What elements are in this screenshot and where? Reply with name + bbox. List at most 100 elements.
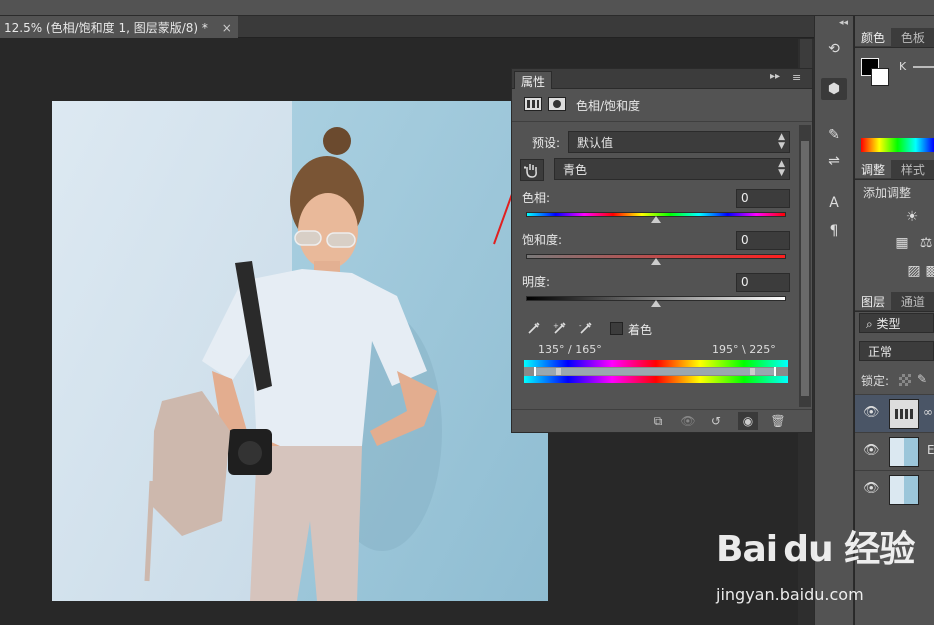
baidu-jingyan-logo: Bai du 经验 (716, 529, 915, 570)
preset-value: 默认值 (577, 136, 614, 150)
panel-menu-icon[interactable]: ≡ (792, 71, 801, 84)
document-tab-title: 12.5% (色相/饱和度 1, 图层蒙版/8) * (4, 21, 208, 35)
layer-row-photo[interactable]: 👁 (855, 470, 934, 508)
adjustment-layer-icon[interactable] (524, 97, 542, 111)
colorize-label: 着色 (628, 323, 653, 337)
visibility-toggle-icon[interactable]: ◉ (738, 412, 758, 430)
range-handle-outer-left[interactable] (534, 367, 536, 376)
targeted-adjustment-hand-icon[interactable] (520, 159, 544, 181)
subtract-from-sample-eyedropper-icon[interactable]: - (576, 319, 596, 337)
tab-adjustments[interactable]: 调整 (855, 160, 892, 178)
k-channel-label: K (899, 60, 907, 73)
brightness-icon[interactable]: ☀ (899, 206, 925, 228)
document-tab-bar: 12.5% (色相/饱和度 1, 图层蒙版/8) * × (0, 16, 814, 38)
saturation-slider-knob[interactable] (651, 258, 661, 265)
mask-icon[interactable] (548, 97, 566, 111)
svg-text:+: + (553, 322, 559, 330)
watermark-url: jingyan.baidu.com (716, 585, 864, 604)
dropdown-arrows-icon: ▲ ▼ (778, 132, 785, 151)
blend-mode-dropdown[interactable]: 正常 (859, 341, 934, 361)
range-slider-track[interactable] (524, 367, 788, 376)
top-strip (0, 0, 934, 16)
properties-header: 属性 ▸▸ ≡ (512, 69, 812, 89)
adjustment-layer-thumb (889, 399, 919, 429)
brush-presets-icon[interactable]: ✎ (821, 124, 847, 146)
saturation-input[interactable]: 0 (736, 231, 790, 250)
layer-row-hue-saturation[interactable]: 👁 ∞ (855, 394, 934, 432)
color-ramp[interactable] (861, 138, 934, 152)
eye-icon[interactable]: 👁 (863, 481, 880, 496)
link-icon[interactable]: ∞ (923, 405, 933, 419)
view-previous-state-icon[interactable]: 👁 (678, 412, 698, 430)
hue-saturation-icon[interactable]: ▦ (889, 232, 915, 254)
tab-color[interactable]: 颜色 (855, 28, 892, 46)
character-icon[interactable]: A (821, 192, 847, 214)
layer-filter-dropdown[interactable]: ⌕ 类型 (859, 313, 934, 333)
divider (512, 121, 812, 122)
eyedropper-icon[interactable] (524, 319, 544, 337)
properties-footer: ⧉ 👁 ↺ ◉ 🗑 (512, 409, 812, 431)
history-icon[interactable]: ⟲ (821, 38, 847, 60)
close-icon[interactable]: × (222, 21, 232, 35)
add-adjustment-label: 添加调整 (863, 186, 912, 200)
lightness-input[interactable]: 0 (736, 273, 790, 292)
eye-icon[interactable]: 👁 (863, 405, 880, 420)
paragraph-icon[interactable]: ¶ (821, 220, 847, 242)
hue-label: 色相: (522, 191, 551, 205)
range-handle-inner-left[interactable] (556, 368, 561, 375)
layer-name-fragment: E (927, 443, 934, 457)
delete-icon[interactable]: 🗑 (768, 412, 788, 430)
blend-mode-value: 正常 (868, 345, 893, 359)
eye-icon[interactable]: 👁 (863, 443, 880, 458)
layer-row-photo-copy[interactable]: 👁 E (855, 432, 934, 470)
filter-kind-value: 类型 (876, 317, 901, 331)
tab-styles[interactable]: 样式 (895, 160, 931, 178)
photo-image (52, 101, 548, 601)
tab-layers[interactable]: 图层 (855, 292, 892, 310)
collapse-dock-icon[interactable]: ◂◂ (839, 18, 848, 28)
channel-mixer-icon[interactable]: ▩ (919, 260, 934, 282)
layer-thumbnail (889, 437, 919, 467)
channel-value: 青色 (563, 163, 588, 177)
search-icon: ⌕ (866, 317, 877, 331)
dropdown-arrows-icon: ▲ ▼ (778, 159, 785, 178)
channel-dropdown[interactable]: 青色 ▲ ▼ (554, 158, 790, 180)
adjustment-title: 色相/饱和度 (576, 99, 641, 113)
clip-to-layer-icon[interactable]: ⧉ (648, 412, 668, 430)
lock-transparent-icon[interactable] (899, 374, 911, 386)
layers-panel-header: 图层 通道 (855, 292, 934, 312)
hue-slider-knob[interactable] (651, 216, 661, 223)
tab-channels[interactable]: 通道 (895, 292, 931, 310)
adjustments-panel-header: 调整 样式 (855, 160, 934, 180)
lightness-slider-knob[interactable] (651, 300, 661, 307)
hue-input[interactable]: 0 (736, 189, 790, 208)
tab-properties[interactable]: 属性 (514, 71, 553, 89)
document-tab[interactable]: 12.5% (色相/饱和度 1, 图层蒙版/8) * × (0, 16, 238, 38)
colorize-checkbox[interactable] (610, 322, 623, 335)
add-to-sample-eyedropper-icon[interactable]: + (550, 319, 570, 337)
balance-icon[interactable]: ⚖ (913, 232, 934, 254)
preset-dropdown[interactable]: 默认值 ▲ ▼ (568, 131, 790, 153)
adjustments-sliders-icon[interactable]: ⇌ (821, 150, 847, 172)
color-panel-header: 颜色 色板 (855, 28, 934, 48)
lock-pixels-icon[interactable]: ✎ (917, 372, 927, 386)
range-handle-outer-right[interactable] (774, 367, 776, 376)
range-handle-inner-right[interactable] (750, 368, 755, 375)
layer-thumbnail (889, 475, 919, 505)
k-slider[interactable] (913, 66, 934, 68)
properties-scroll-thumb[interactable] (801, 141, 809, 396)
lock-label: 锁定: (861, 374, 890, 388)
3d-icon[interactable]: ⬢ (821, 78, 847, 100)
reset-icon[interactable]: ↺ (706, 412, 726, 430)
canvas-photo[interactable] (52, 101, 548, 601)
range-right-readout: 195° \ 225° (712, 343, 776, 356)
range-left-readout: 135° / 165° (538, 343, 602, 356)
background-color-swatch[interactable] (871, 68, 889, 86)
properties-panel: 属性 ▸▸ ≡ 色相/饱和度 预设: 默认值 ▲ ▼ 青色 ▲ ▼ 色相: 0 饱和… (511, 68, 813, 433)
result-color-bar (524, 376, 788, 383)
preset-label: 预设: (532, 136, 561, 150)
lightness-label: 明度: (522, 275, 551, 289)
source-color-bar (524, 360, 788, 367)
tab-swatches[interactable]: 色板 (895, 28, 931, 46)
collapse-icon[interactable]: ▸▸ (770, 71, 780, 82)
